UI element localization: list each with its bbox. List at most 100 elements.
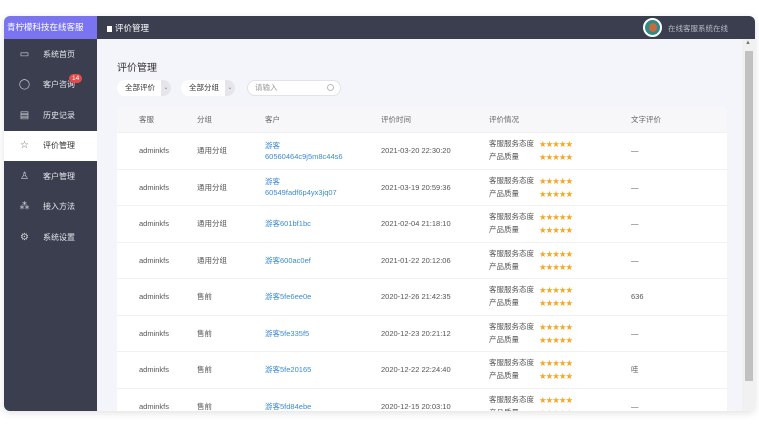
group-filter-select[interactable]: 全部分组 ⌄ — [181, 80, 235, 96]
customer-name: 游客5fe335f5 — [265, 328, 310, 338]
table-row: adminkfs 通用分组 游客 60560464c9j5m8c44s6 2021… — [117, 133, 727, 170]
column-header: 客户 — [265, 115, 280, 124]
product-stars-icon: ★★★★★ — [539, 371, 573, 382]
chevron-down-icon: ⌄ — [225, 80, 235, 96]
group-cell: 售前 — [197, 365, 212, 375]
comment-cell: 哇 — [631, 365, 639, 375]
service-label: 客服服务态度 — [489, 139, 534, 149]
agent-cell: adminkfs — [139, 292, 170, 302]
agent-cell: adminkfs — [139, 365, 170, 375]
avatar[interactable] — [643, 18, 662, 37]
agent-cell: adminkfs — [139, 219, 170, 229]
customer-link[interactable]: 游客5fe20165 — [265, 364, 381, 375]
comment-cell: — — [631, 328, 639, 338]
column-header: 评价情况 — [489, 115, 519, 124]
customer-link[interactable]: 游客601bf1bc — [265, 218, 381, 229]
table-row: adminkfs 售前 游客5fe335f5 2020-12-23 20:21:… — [117, 316, 727, 352]
product-label: 产品质量 — [489, 298, 519, 308]
sidebar-item-1[interactable]: ◯ 客户咨询 14 — [4, 70, 97, 101]
customer-link[interactable]: 游客5fe335f5 — [265, 328, 381, 339]
column-header: 客服 — [139, 115, 154, 124]
sidebar-item-0[interactable]: ▭ 系统首页 — [4, 39, 97, 70]
main-content: 评价管理 全部评价 ⌄ 全部分组 ⌄ 请输入 客服 分组 客户 评价时间 评价情况 文字评价 … — [97, 39, 742, 411]
service-label: 客服服务态度 — [489, 212, 534, 222]
customer-link[interactable]: 游客5fe6ee0e — [265, 291, 381, 302]
search-icon[interactable] — [327, 84, 334, 91]
rating-cell: 客服服务态度★★★★★ 产品质量★★★★★ — [489, 211, 631, 236]
scroll-up-icon[interactable]: ▲ — [745, 40, 751, 46]
table-row: adminkfs 售前 游客5fe6ee0e 2020-12-26 21:42:… — [117, 279, 727, 316]
agent-cell: adminkfs — [139, 255, 170, 265]
product-label: 产品质量 — [489, 371, 519, 381]
group-cell: 通用分组 — [197, 219, 227, 229]
table-row: adminkfs 售前 游客5fe20165 2020-12-22 22:24:… — [117, 352, 727, 389]
sidebar-item-3[interactable]: ☆ 评价管理 — [4, 130, 97, 161]
group-cell: 通用分组 — [197, 182, 227, 192]
column-header: 评价时间 — [381, 115, 411, 124]
time-cell: 2021-03-20 22:30:20 — [381, 146, 451, 156]
product-stars-icon: ★★★★★ — [539, 225, 573, 236]
rating-cell: 客服服务态度★★★★★ 产品质量★★★★★ — [489, 357, 631, 382]
time-cell: 2020-12-26 21:42:35 — [381, 292, 451, 302]
agent-cell: adminkfs — [139, 401, 170, 411]
time-cell: 2021-03-19 20:59:36 — [381, 182, 451, 192]
customer-link[interactable]: 游客 60560464c9j5m8c44s6 — [265, 140, 381, 162]
comment-cell: 636 — [631, 292, 644, 302]
comment-cell: — — [631, 146, 639, 156]
online-status: 在线客服系统在线 — [668, 24, 728, 33]
rating-cell: 客服服务态度★★★★★ 产品质量★★★★★ — [489, 175, 631, 200]
rating-cell: 客服服务态度★★★★★ 产品质量★★★★★ — [489, 248, 631, 273]
table-row: adminkfs 售前 游客5fd84ebe 2020-12-15 20:03:… — [117, 389, 727, 411]
table-row: adminkfs 通用分组 游客 60549fadf6p4yx3jq07 2021… — [117, 170, 727, 206]
customer-link[interactable]: 游客600ac0ef — [265, 255, 381, 266]
scrollbar[interactable]: ▲ — [742, 39, 755, 411]
customer-name: 游客600ac0ef — [265, 255, 311, 265]
customer-link[interactable]: 游客5fd84ebe — [265, 401, 381, 411]
customer-name: 游客601bf1bc — [265, 219, 311, 229]
customer-id: 60549fadf6p4yx3jq07 — [265, 188, 337, 198]
app-window: 青柠檬科技在线客服 评价管理 在线客服系统在线 ▭ 系统首页 ◯ 客户咨询 14 ▤ 历史记… — [4, 16, 755, 411]
service-stars-icon: ★★★★★ — [539, 139, 573, 150]
time-cell: 2020-12-15 20:03:10 — [381, 401, 451, 411]
service-label: 客服服务态度 — [489, 394, 534, 404]
customer-link[interactable]: 游客 60549fadf6p4yx3jq07 — [265, 176, 381, 198]
column-header: 文字评价 — [631, 115, 661, 124]
service-label: 客服服务态度 — [489, 248, 534, 258]
sidebar-item-2[interactable]: ▤ 历史记录 — [4, 100, 97, 131]
brand-logo: 青柠檬科技在线客服 — [4, 16, 97, 39]
group-cell: 售前 — [197, 401, 212, 411]
service-stars-icon: ★★★★★ — [539, 285, 573, 296]
rating-cell: 客服服务态度★★★★★ 产品质量★★★★★ — [489, 321, 631, 346]
user-icon: ♙ — [20, 170, 29, 182]
sidebar-item-label: 历史记录 — [43, 110, 75, 120]
time-cell: 2020-12-22 22:24:40 — [381, 365, 451, 375]
page-title: 评价管理 — [117, 63, 157, 74]
scrollbar-thumb[interactable] — [745, 51, 753, 381]
gear-icon: ⚙ — [20, 231, 29, 243]
product-label: 产品质量 — [489, 225, 519, 235]
sidebar-item-label: 系统设置 — [43, 232, 75, 242]
group-cell: 售前 — [197, 328, 212, 338]
service-stars-icon: ★★★★★ — [539, 175, 573, 186]
sidebar-item-5[interactable]: ⁂ 接入方法 — [4, 192, 97, 223]
ratings-table: 客服 分组 客户 评价时间 评价情况 文字评价 adminkfs 通用分组 游客 60560… — [117, 107, 727, 411]
sidebar: ▭ 系统首页 ◯ 客户咨询 14 ▤ 历史记录 ☆ 评价管理 ♙ 客户管理 ⁂ 接入方法 ⚙ 系统设置 — [4, 39, 97, 411]
service-stars-icon: ★★★★★ — [539, 358, 573, 369]
product-stars-icon: ★★★★★ — [539, 261, 573, 272]
rating-cell: 客服服务态度★★★★★ 产品质量★★★★★ — [489, 138, 631, 163]
sidebar-item-label: 客户管理 — [43, 171, 75, 181]
search-input[interactable]: 请输入 — [247, 80, 341, 96]
service-stars-icon: ★★★★★ — [539, 321, 573, 332]
group-cell: 通用分组 — [197, 255, 227, 265]
sidebar-item-label: 接入方法 — [43, 202, 75, 212]
rating-cell: 客服服务态度★★★★★ 产品质量★★★★★ — [489, 394, 631, 411]
agent-cell: adminkfs — [139, 182, 170, 192]
chevron-down-icon: ⌄ — [161, 80, 171, 96]
service-label: 客服服务态度 — [489, 321, 534, 331]
window-icon: ▭ — [19, 48, 30, 60]
rating-filter-select[interactable]: 全部评价 ⌄ — [117, 80, 171, 96]
unread-badge: 14 — [69, 73, 83, 83]
sidebar-item-6[interactable]: ⚙ 系统设置 — [4, 222, 97, 253]
sidebar-item-4[interactable]: ♙ 客户管理 — [4, 161, 97, 192]
customer-name: 游客 — [265, 177, 280, 187]
